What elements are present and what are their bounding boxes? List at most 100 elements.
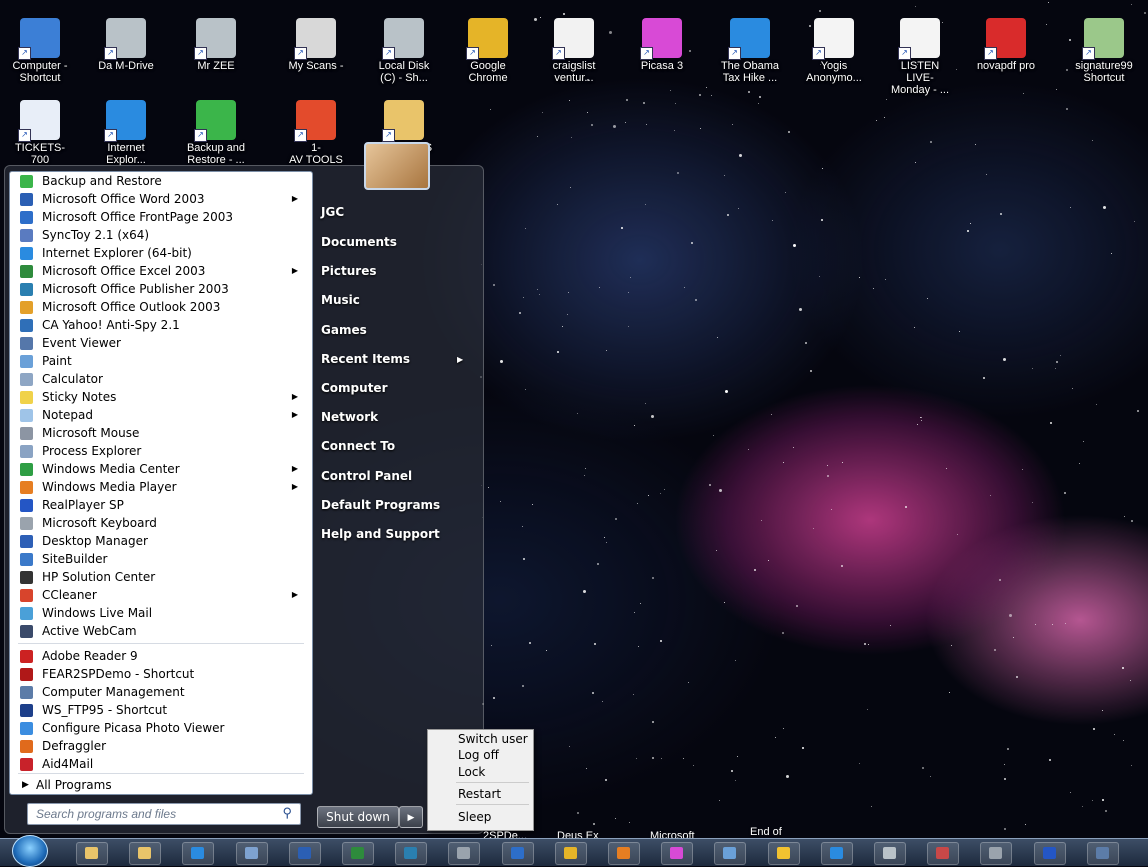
user-avatar[interactable] [364,142,430,190]
desktop-icon[interactable]: ↗ The Obama Tax Hike ... [716,14,784,84]
program-label: Microsoft Office Word 2003 [42,192,205,206]
taskbar-button[interactable] [236,842,268,865]
desktop-icon[interactable]: ↗ My Scans - [282,14,350,72]
program-item[interactable]: Desktop Manager [10,532,312,550]
taskbar-button[interactable] [129,842,161,865]
desktop-icon[interactable]: ↗ Google Chrome [454,14,522,84]
taskbar-button[interactable] [502,842,534,865]
program-item[interactable]: Microsoft Mouse [10,424,312,442]
program-item[interactable]: Event Viewer [10,334,312,352]
desktop-icon[interactable]: ↗ Internet Explor... [92,96,160,166]
program-item[interactable]: Microsoft Keyboard [10,514,312,532]
taskbar-button[interactable] [76,842,108,865]
start-menu-link[interactable]: Games [321,323,367,337]
desktop-icon[interactable]: ↗ Picasa 3 [628,14,696,72]
program-item[interactable]: Computer Management [10,683,312,701]
start-orb-button[interactable] [12,835,48,867]
start-menu-link[interactable]: Music [321,293,360,307]
program-item[interactable]: Defraggler [10,737,312,755]
program-item[interactable]: Microsoft Office FrontPage 2003 [10,208,312,226]
desktop-icon[interactable]: ↗ Local Disk (C) - Sh... [370,14,438,84]
program-item[interactable]: Microsoft Office Outlook 2003 [10,298,312,316]
shutdown-options-button[interactable]: ▶ [399,806,423,828]
search-input[interactable]: Search programs and files ⚲ [27,803,301,825]
desktop-icon[interactable]: ↗ Da M-Drive [92,14,160,72]
taskbar-button[interactable] [874,842,906,865]
shutdown-menu-item[interactable]: Restart [458,787,501,801]
folder-icon [138,847,151,859]
program-item[interactable]: Backup and Restore [10,172,312,190]
program-item[interactable]: Microsoft Office Excel 2003 ▶ [10,262,312,280]
program-item[interactable]: WS_FTP95 - Shortcut [10,701,312,719]
start-menu-link[interactable]: Computer [321,381,387,395]
program-item[interactable]: Paint [10,352,312,370]
desktop-icon[interactable]: ↗ LISTEN LIVE- Monday - ... [886,14,954,96]
start-menu-link[interactable]: Default Programs [321,498,440,512]
start-menu-link[interactable]: JGC [321,205,344,219]
start-menu-link[interactable]: Network [321,410,378,424]
desktop-icon[interactable]: ↗ Yogis Anonymo... [800,14,868,84]
program-item[interactable]: Windows Media Center ▶ [10,460,312,478]
taskbar-button[interactable] [927,842,959,865]
all-programs-button[interactable]: ▶ All Programs [10,776,112,794]
taskbar-button[interactable] [1034,842,1066,865]
shutdown-button[interactable]: Shut down [317,806,399,828]
start-menu-link[interactable]: Connect To [321,439,395,453]
program-item[interactable]: Sticky Notes ▶ [10,388,312,406]
desktop-icon[interactable]: ↗ novapdf pro [972,14,1040,72]
shutdown-menu-item[interactable]: Switch user [458,732,528,746]
taskbar-button[interactable] [714,842,746,865]
realplayer-icon [1043,847,1056,859]
start-menu-link[interactable]: Pictures [321,264,377,278]
shutdown-menu-item[interactable]: Lock [458,765,485,779]
start-menu-link[interactable]: Documents [321,235,397,249]
taskbar-button[interactable] [661,842,693,865]
program-item[interactable]: Windows Media Player ▶ [10,478,312,496]
program-item[interactable]: Microsoft Office Word 2003 ▶ [10,190,312,208]
program-item[interactable]: RealPlayer SP [10,496,312,514]
shutdown-menu-item[interactable]: Log off [458,748,499,762]
program-item[interactable]: Adobe Reader 9 [10,647,312,665]
desktop-icon[interactable]: ↗ TICKETS-700 [6,96,74,166]
program-item[interactable]: Configure Picasa Photo Viewer [10,719,312,737]
start-menu-link[interactable]: Help and Support [321,527,440,541]
desktop-icon[interactable]: ↗ signature99 Shortcut [1070,14,1138,84]
desktop-icon[interactable]: ↗ Backup and Restore - ... [182,96,250,166]
program-item[interactable]: FEAR2SPDemo - Shortcut [10,665,312,683]
program-item[interactable]: Microsoft Office Publisher 2003 [10,280,312,298]
taskbar-button[interactable] [980,842,1012,865]
desktop-icon[interactable]: ↗ craigslist ventur... [540,14,608,84]
program-item[interactable]: Notepad ▶ [10,406,312,424]
program-item[interactable]: SiteBuilder [10,550,312,568]
taskbar-button[interactable] [342,842,374,865]
taskbar-button[interactable] [289,842,321,865]
program-item[interactable]: CA Yahoo! Anti-Spy 2.1 [10,316,312,334]
taskbar-button[interactable] [821,842,853,865]
taskbar-button[interactable] [555,842,587,865]
program-item[interactable]: SyncToy 2.1 (x64) [10,226,312,244]
start-menu-link[interactable]: Control Panel [321,469,412,483]
taskbar-button[interactable] [395,842,427,865]
program-item[interactable]: Internet Explorer (64-bit) [10,244,312,262]
desktop-icon[interactable]: ↗ Mr ZEE [182,14,250,72]
desktop-icon-label: My Scans - [288,60,344,72]
program-item[interactable]: CCleaner ▶ [10,586,312,604]
link-label: Games [321,323,367,337]
program-item[interactable]: Aid4Mail [10,755,312,773]
desktop-icon[interactable]: ↗ 1- AV TOOLS [282,96,350,166]
taskbar-button[interactable] [182,842,214,865]
desktop-icon-label: Mr ZEE [197,60,235,72]
program-item[interactable]: Process Explorer [10,442,312,460]
desktop-icon-label: Local Disk (C) - Sh... [378,60,430,84]
taskbar-button[interactable] [608,842,640,865]
taskbar-button[interactable] [1087,842,1119,865]
taskbar-button[interactable] [768,842,800,865]
taskbar-button[interactable] [448,842,480,865]
shutdown-menu-item[interactable]: Sleep [458,810,491,824]
program-item[interactable]: Calculator [10,370,312,388]
program-item[interactable]: HP Solution Center [10,568,312,586]
desktop-icon[interactable]: ↗ Computer - Shortcut [6,14,74,84]
start-menu-link[interactable]: Recent Items ▶ [321,352,463,366]
program-item[interactable]: Active WebCam [10,622,312,640]
program-item[interactable]: Windows Live Mail [10,604,312,622]
